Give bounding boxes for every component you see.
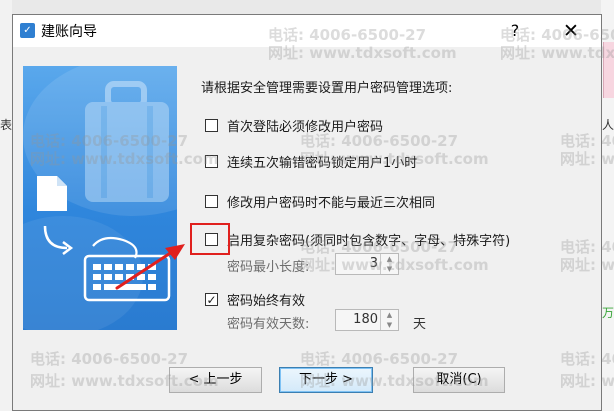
spin-down-icon[interactable]: ▼ [381, 320, 398, 330]
pointer-arrow-icon [115, 244, 185, 290]
option-label: 密码始终有效 [227, 294, 306, 309]
valid-days-spinner[interactable]: 180 ▲ ▼ [335, 309, 399, 331]
option-password-never-expires[interactable]: ✓ 密码始终有效 [205, 290, 305, 309]
valid-days-label: 密码有效天数: [227, 317, 310, 332]
spin-up-icon[interactable]: ▲ [381, 310, 398, 320]
checkbox-checked[interactable]: ✓ [205, 293, 218, 306]
option-label: 连续五次输错密码锁定用户1小时 [227, 156, 418, 171]
option-no-reuse-last-three[interactable]: 修改用户密码时不能与最近三次相同 [205, 192, 435, 211]
wizard-dialog: ✓ 建账向导 ? ✕ 请根据安全管理需要设置用户密码管理选项: 首次登陆必须修改… [12, 14, 602, 411]
spinner-arrows[interactable]: ▲ ▼ [380, 254, 398, 274]
background-left-char: 表 [0, 118, 13, 132]
option-complex-password[interactable]: 启用复杂密码(须同时包含数字、字母、特殊字符) [205, 230, 510, 249]
option-lock-after-five-failures[interactable]: 连续五次输错密码锁定用户1小时 [205, 152, 417, 171]
option-label: 首次登陆必须修改用户密码 [227, 120, 384, 135]
option-label: 修改用户密码时不能与最近三次相同 [227, 196, 436, 211]
help-button[interactable]: ? [500, 19, 530, 43]
spin-up-icon[interactable]: ▲ [381, 254, 398, 264]
spinner-arrows[interactable]: ▲ ▼ [380, 310, 398, 330]
min-length-spinner[interactable]: 3 ▲ ▼ [335, 253, 399, 275]
close-button[interactable]: ✕ [553, 19, 589, 43]
window-title: 建账向导 [41, 24, 97, 40]
option-label: 启用复杂密码(须同时包含数字、字母、特殊字符) [227, 234, 511, 249]
checkbox[interactable] [205, 155, 218, 168]
background-right-char-green: 万 [601, 306, 614, 320]
back-button[interactable]: < 上一步 [169, 367, 262, 393]
background-pink-panel [603, 42, 614, 98]
min-length-value: 3 [369, 256, 378, 271]
valid-days-unit: 天 [413, 317, 427, 332]
check-icon: ✓ [206, 292, 217, 307]
title-bar: ✓ 建账向导 ? ✕ [13, 15, 601, 47]
background-right-char: 人 [601, 118, 614, 132]
min-length-label: 密码最小长度: [227, 260, 310, 275]
checkbox[interactable] [205, 195, 218, 208]
spin-down-icon[interactable]: ▼ [381, 264, 398, 274]
valid-days-value: 180 [353, 312, 378, 327]
option-force-change-on-first-login[interactable]: 首次登陆必须修改用户密码 [205, 116, 383, 135]
next-button[interactable]: 下一步 > [279, 367, 373, 393]
highlight-box [190, 223, 230, 255]
checkbox[interactable] [205, 119, 218, 132]
app-icon: ✓ [20, 23, 35, 38]
cancel-button[interactable]: 取消(C) [413, 367, 505, 393]
background-app-left [0, 0, 12, 411]
options-heading: 请根据安全管理需要设置用户密码管理选项: [201, 81, 453, 96]
